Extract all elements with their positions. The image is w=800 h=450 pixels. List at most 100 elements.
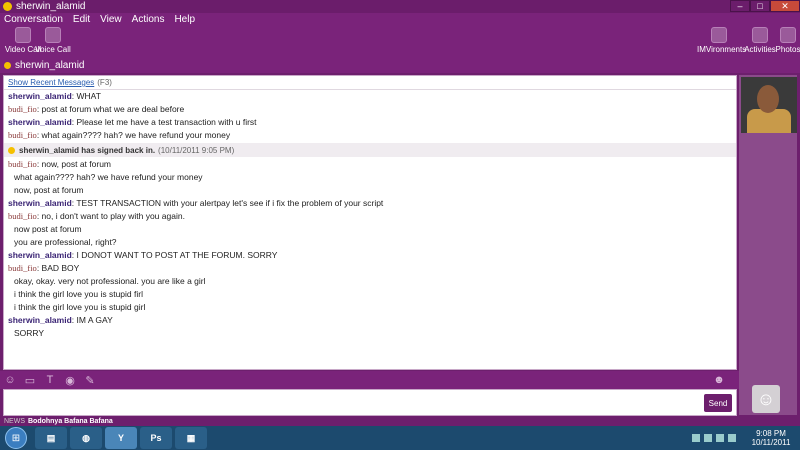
message-text: SORRY — [14, 328, 45, 338]
menu-actions[interactable]: Actions — [132, 14, 165, 25]
message-text: no, i don't want to play with you again. — [41, 211, 185, 221]
clock[interactable]: 9:08 PM 10/11/2011 — [746, 429, 796, 447]
chat-message: sherwin_alamid: IM A GAY — [4, 314, 736, 327]
side-panel: ☺ — [739, 75, 797, 415]
chat-message: now post at forum — [4, 223, 736, 236]
message-text: now, post at forum — [14, 185, 84, 195]
phone-icon — [45, 27, 61, 43]
status-icon — [4, 61, 11, 69]
activities-icon — [752, 27, 768, 43]
message-text: Please let me have a test transaction wi… — [76, 117, 257, 127]
menu-bar: Conversation Edit View Actions Help — [0, 13, 800, 25]
imvironments-button[interactable]: IMVironments — [697, 27, 746, 54]
message-text: now, post at forum — [41, 159, 111, 169]
taskbar: ⊞ ▤ ◍ Y Ps ▦ 9:08 PM 10/11/2011 — [0, 426, 800, 450]
message-input[interactable]: Send — [3, 389, 737, 416]
system-tray: 9:08 PM 10/11/2011 — [692, 426, 800, 450]
message-sender[interactable]: sherwin_alamid — [8, 91, 72, 101]
tray-arrow-icon[interactable] — [692, 434, 700, 442]
message-sender[interactable]: budi_fio — [8, 159, 37, 169]
message-text: I DONOT WANT TO POST AT THE FORUM. SORRY — [76, 250, 278, 260]
title-bar: sherwin_alamid – □ ✕ — [0, 0, 800, 13]
tray-network-icon[interactable] — [704, 434, 712, 442]
doodle-icon[interactable]: ✎ — [84, 374, 96, 387]
menu-edit[interactable]: Edit — [73, 14, 90, 25]
chat-message: what again???? hah? we have refund your … — [4, 171, 736, 184]
imvironments-label: IMVironments — [697, 45, 747, 54]
tray-volume-icon[interactable] — [728, 434, 736, 442]
chat-message: sherwin_alamid: TEST TRANSACTION with yo… — [4, 197, 736, 210]
message-sender[interactable]: budi_fio — [8, 104, 37, 114]
message-text: IM A GAY — [76, 315, 113, 325]
photos-label: Photos — [775, 45, 800, 54]
clock-date: 10/11/2011 — [751, 438, 791, 447]
taskbar-firefox-icon[interactable]: ◍ — [70, 427, 102, 449]
taskbar-photoshop-icon[interactable]: Ps — [140, 427, 172, 449]
attach-icon[interactable]: ◉ — [64, 374, 76, 387]
chat-message: i think the girl love you is stupid firl — [4, 288, 736, 301]
menu-conversation[interactable]: Conversation — [4, 14, 63, 25]
message-text: post at forum what we are deal before — [41, 104, 185, 114]
voice-call-button[interactable]: Voice Call — [33, 27, 73, 54]
chat-message: you are professional, right? — [4, 236, 736, 249]
chat-message: sherwin_alamid: WHAT — [4, 90, 736, 103]
shortcut-hint: (F3) — [97, 78, 112, 87]
close-button[interactable]: ✕ — [770, 0, 800, 12]
chat-bubble-icon[interactable]: ▭ — [24, 374, 36, 387]
signin-notice: sherwin_alamid has signed back in. (10/1… — [4, 143, 736, 157]
show-recent-messages-link[interactable]: Show Recent Messages — [8, 78, 94, 87]
send-button[interactable]: Send — [704, 394, 732, 412]
chat-message: SORRY — [4, 327, 736, 340]
chat-message: budi_fio: what again???? hah? we have re… — [4, 129, 736, 142]
message-sender[interactable]: sherwin_alamid — [8, 117, 72, 127]
tray-flag-icon[interactable] — [716, 434, 724, 442]
menu-view[interactable]: View — [100, 14, 122, 25]
toolbar: Video Call Voice Call IMVironments Activ… — [0, 25, 800, 57]
news-ticker: NEWS Bodohnya Bafana Bafana — [0, 416, 800, 426]
text-format-icon[interactable]: T — [44, 374, 56, 386]
message-sender[interactable]: budi_fio — [8, 263, 37, 273]
chat-message: budi_fio: now, post at forum — [4, 158, 736, 171]
minimize-button[interactable]: – — [730, 0, 750, 12]
photos-icon — [780, 27, 796, 43]
my-avatar-icon[interactable]: ☺ — [752, 385, 780, 413]
imvironments-icon — [711, 27, 727, 43]
contact-name[interactable]: sherwin_alamid — [15, 60, 84, 71]
add-contact-icon[interactable]: ☻ — [713, 374, 725, 386]
chat-message: sherwin_alamid: I DONOT WANT TO POST AT … — [4, 249, 736, 262]
message-text: what again???? hah? we have refund your … — [14, 172, 203, 182]
message-text: i think the girl love you is stupid girl — [14, 302, 146, 312]
chat-message: budi_fio: no, i don't want to play with … — [4, 210, 736, 223]
photos-button[interactable]: Photos — [768, 27, 800, 54]
message-text: BAD BOY — [41, 263, 80, 273]
contact-avatar[interactable] — [741, 77, 797, 133]
avatar-face — [757, 85, 779, 113]
taskbar-explorer-icon[interactable]: ▤ — [35, 427, 67, 449]
formatting-bar: ☺ ▭ T ◉ ✎ ☻ — [0, 371, 739, 389]
news-text[interactable]: Bodohnya Bafana Bafana — [28, 418, 113, 425]
chat-message: budi_fio: BAD BOY — [4, 262, 736, 275]
chat-history[interactable]: Show Recent Messages (F3) sherwin_alamid… — [3, 75, 737, 370]
chat-message: okay, okay. very not professional. you a… — [4, 275, 736, 288]
chat-message: now, post at forum — [4, 184, 736, 197]
menu-help[interactable]: Help — [174, 14, 195, 25]
chat-message: budi_fio: post at forum what we are deal… — [4, 103, 736, 116]
message-sender[interactable]: sherwin_alamid — [8, 315, 72, 325]
voice-call-label: Voice Call — [35, 45, 71, 54]
message-text: now post at forum — [14, 224, 82, 234]
emoticon-icon[interactable]: ☺ — [4, 374, 16, 386]
message-text: WHAT — [76, 91, 101, 101]
message-text: i think the girl love you is stupid firl — [14, 289, 143, 299]
chat-history-header: Show Recent Messages (F3) — [4, 76, 736, 90]
message-text: what again???? hah? we have refund your … — [41, 130, 231, 140]
taskbar-yahoo-icon[interactable]: Y — [105, 427, 137, 449]
taskbar-paint-icon[interactable]: ▦ — [175, 427, 207, 449]
message-sender[interactable]: sherwin_alamid — [8, 198, 72, 208]
status-icon — [8, 146, 15, 154]
message-sender[interactable]: budi_fio — [8, 211, 37, 221]
contact-bar: sherwin_alamid — [0, 57, 800, 73]
message-sender[interactable]: sherwin_alamid — [8, 250, 72, 260]
maximize-button[interactable]: □ — [750, 0, 770, 12]
start-button[interactable]: ⊞ — [5, 427, 27, 449]
message-sender[interactable]: budi_fio — [8, 130, 37, 140]
